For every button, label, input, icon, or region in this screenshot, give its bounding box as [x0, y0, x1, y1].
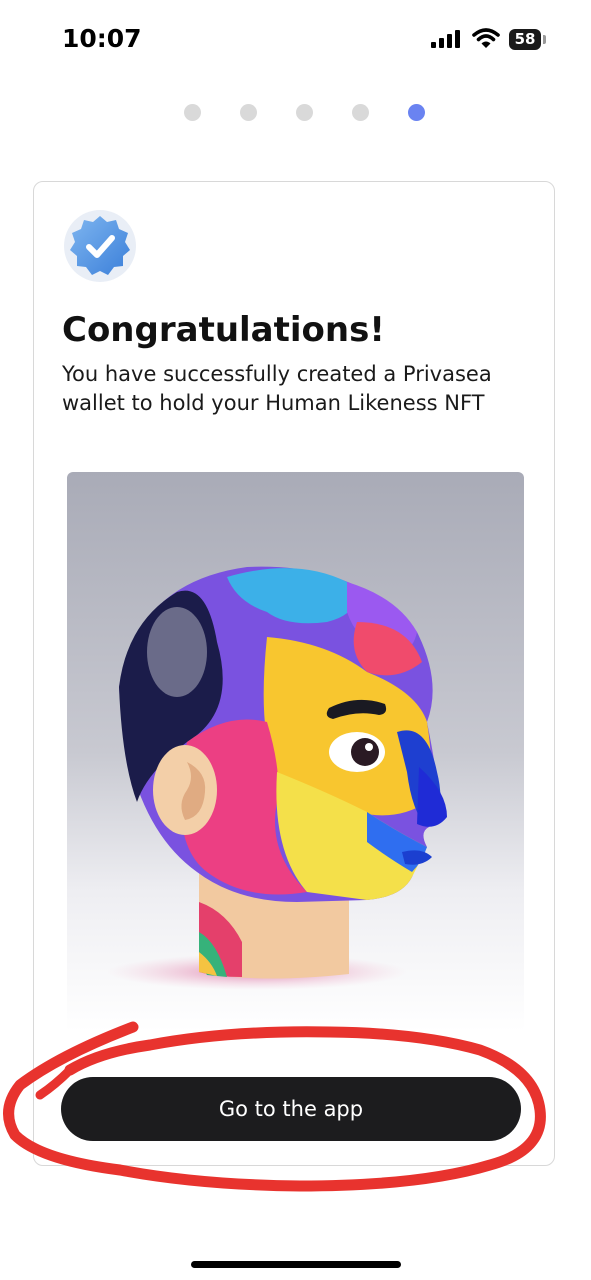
pager-dot-5-active: [408, 104, 425, 121]
page-subtitle: You have successfully created a Privasea…: [62, 362, 492, 415]
page-title: Congratulations!: [62, 310, 385, 350]
status-time: 10:07: [62, 24, 142, 53]
onboarding-pager: [0, 104, 591, 122]
battery-indicator: 58: [509, 29, 541, 50]
battery-level: 58: [514, 30, 536, 48]
human-likeness-nft-image: [67, 472, 524, 1032]
status-bar: 10:07 58: [0, 0, 591, 80]
pager-dot-1: [184, 104, 201, 121]
wifi-icon: [472, 28, 500, 48]
pager-dot-3: [296, 104, 313, 121]
battery-nub: [543, 35, 546, 44]
home-indicator: [191, 1261, 401, 1268]
pager-dot-2: [240, 104, 257, 121]
go-to-app-button[interactable]: Go to the app: [61, 1077, 521, 1141]
cellular-signal-icon: [431, 30, 460, 48]
verified-badge-icon: [64, 210, 136, 282]
pager-dot-4: [352, 104, 369, 121]
